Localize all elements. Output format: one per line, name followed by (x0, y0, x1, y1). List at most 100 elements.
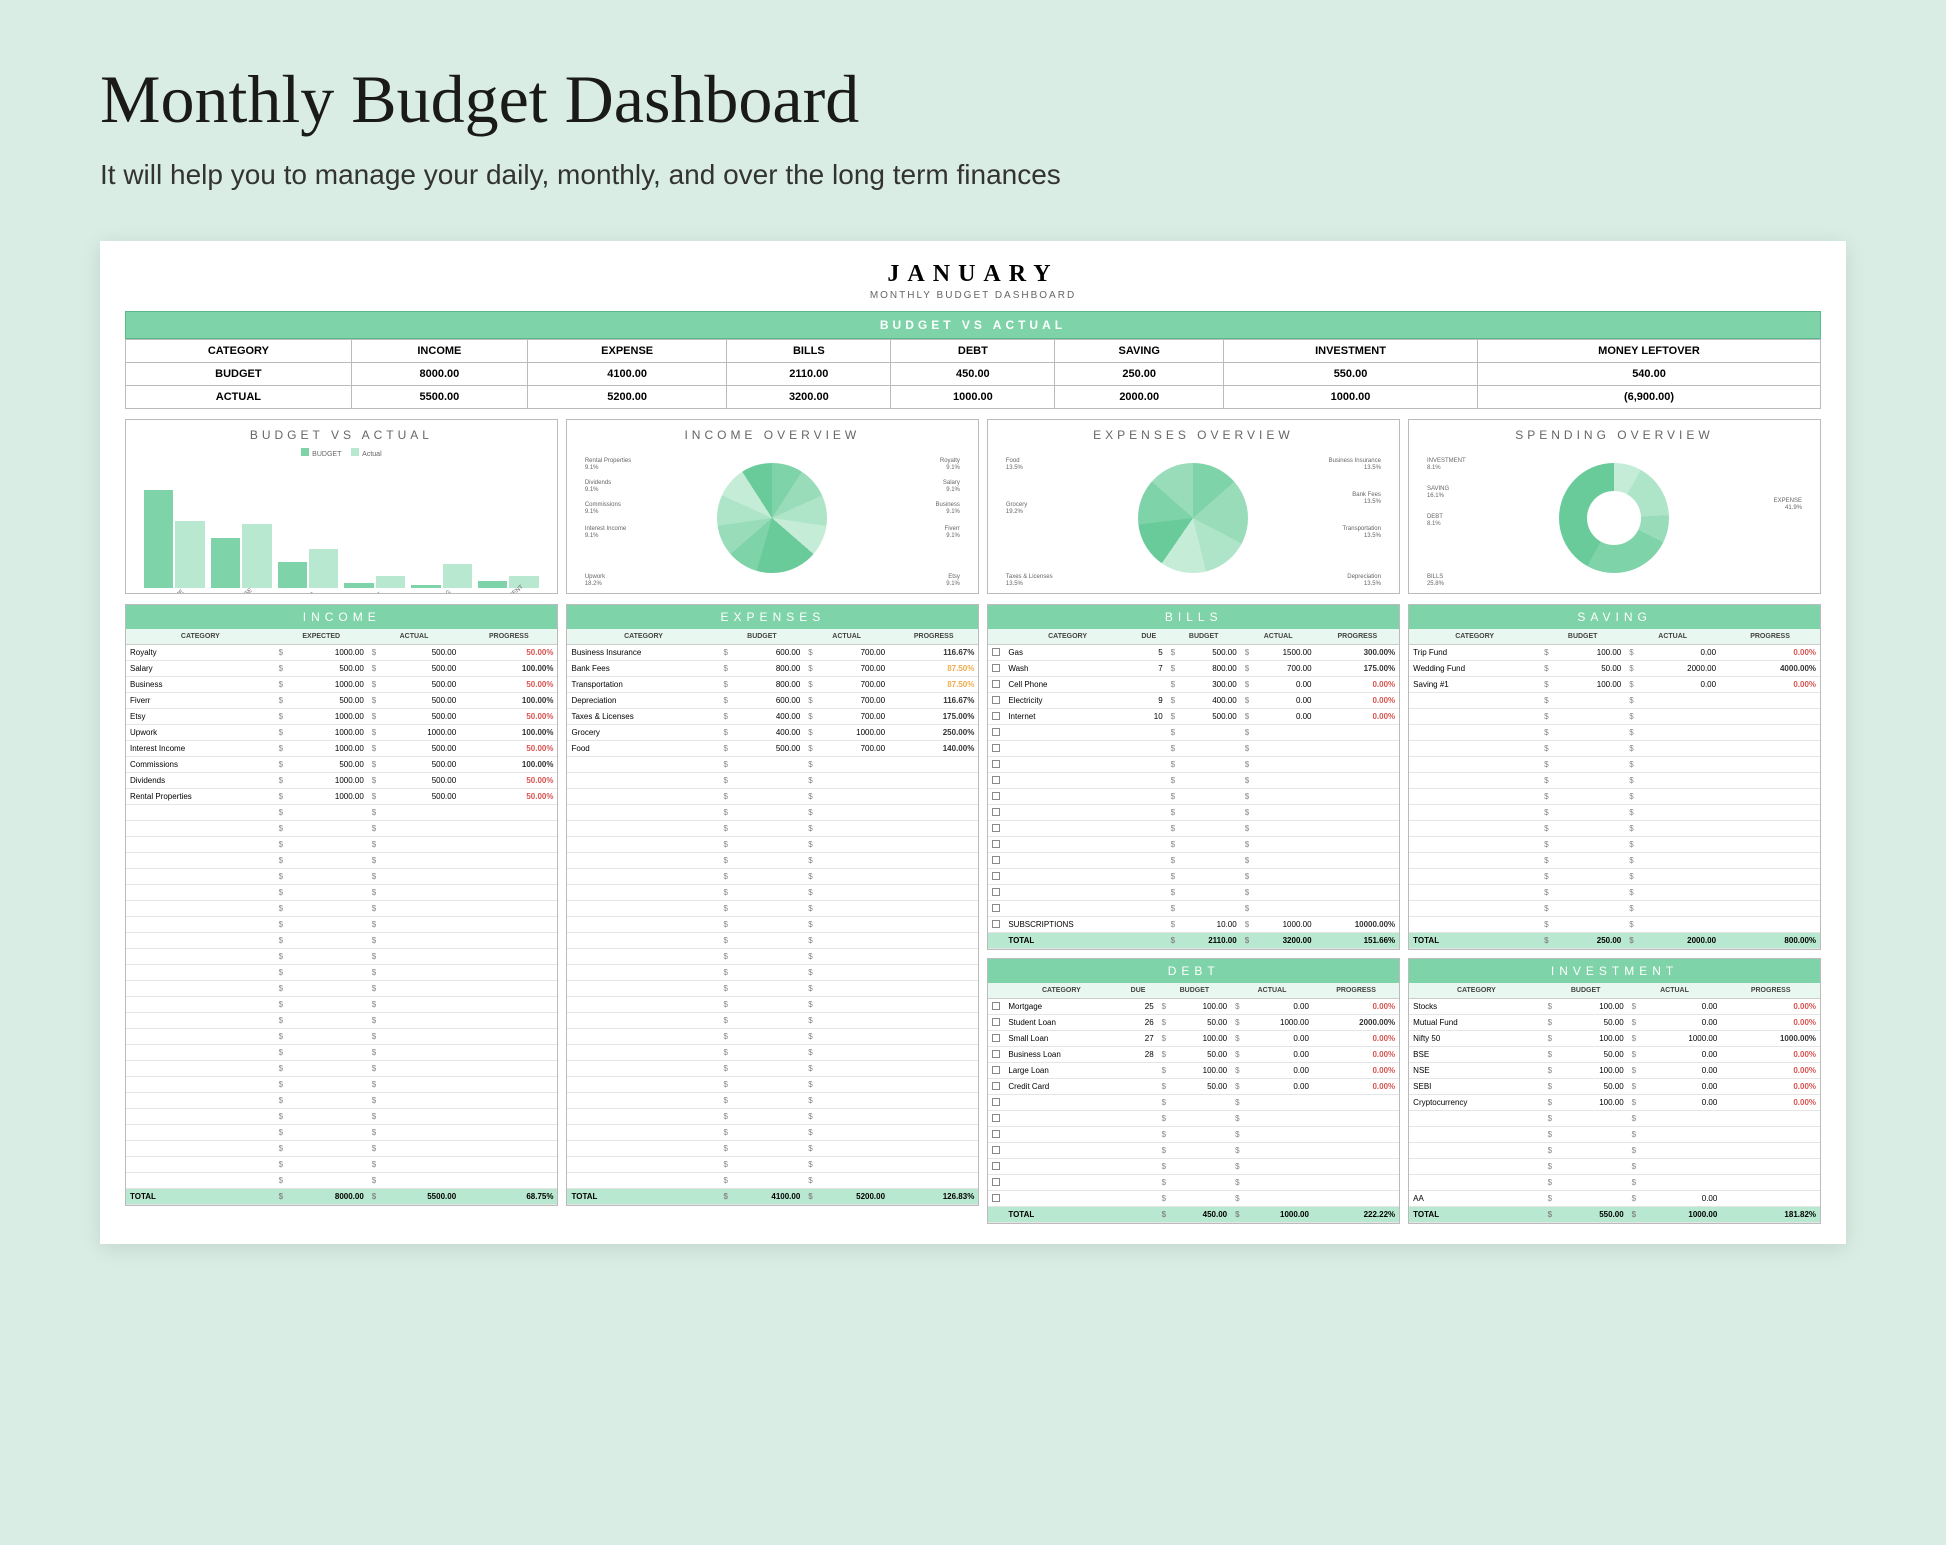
table-row[interactable] (126, 821, 557, 837)
summary-cell[interactable]: 3200.00 (727, 386, 891, 409)
checkbox-icon[interactable] (992, 648, 1000, 656)
summary-cell[interactable]: 5500.00 (351, 386, 527, 409)
table-row[interactable]: Cryptocurrency100.000.000.00% (1409, 1095, 1820, 1111)
table-row[interactable] (1409, 885, 1820, 901)
table-row[interactable]: SEBI50.000.000.00% (1409, 1079, 1820, 1095)
checkbox-icon[interactable] (992, 760, 1000, 768)
table-row[interactable] (567, 869, 978, 885)
table-row[interactable] (126, 933, 557, 949)
table-row[interactable] (1409, 789, 1820, 805)
table-row[interactable] (1409, 757, 1820, 773)
summary-cell[interactable]: 4100.00 (528, 363, 727, 386)
table-row[interactable] (988, 725, 1399, 741)
checkbox-icon[interactable] (992, 1082, 1000, 1090)
table-row[interactable] (988, 773, 1399, 789)
checkbox-icon[interactable] (992, 904, 1000, 912)
table-row[interactable] (1409, 1111, 1820, 1127)
table-row[interactable] (126, 1141, 557, 1157)
checkbox-icon[interactable] (992, 728, 1000, 736)
table-row[interactable] (126, 1157, 557, 1173)
table-row[interactable] (567, 853, 978, 869)
table-row[interactable]: Trip Fund100.000.000.00% (1409, 645, 1820, 661)
summary-cell[interactable]: 2110.00 (727, 363, 891, 386)
summary-cell[interactable]: 540.00 (1478, 363, 1821, 386)
table-row[interactable] (126, 1125, 557, 1141)
table-row[interactable] (567, 885, 978, 901)
checkbox-icon[interactable] (992, 1002, 1000, 1010)
checkbox-icon[interactable] (992, 1034, 1000, 1042)
table-row[interactable] (988, 1143, 1399, 1159)
table-row[interactable]: SUBSCRIPTIONS10.001000.0010000.00% (988, 917, 1399, 933)
table-row[interactable] (126, 1061, 557, 1077)
table-row[interactable] (988, 821, 1399, 837)
table-row[interactable] (126, 1173, 557, 1189)
table-row[interactable] (1409, 917, 1820, 933)
table-row[interactable] (126, 965, 557, 981)
table-row[interactable]: Internet10500.000.000.00% (988, 709, 1399, 725)
table-row[interactable]: Student Loan2650.001000.002000.00% (988, 1015, 1399, 1031)
table-row[interactable] (988, 805, 1399, 821)
checkbox-icon[interactable] (992, 744, 1000, 752)
table-row[interactable] (126, 949, 557, 965)
table-row[interactable] (1409, 869, 1820, 885)
table-row[interactable] (567, 1173, 978, 1189)
table-row[interactable]: Royalty1000.00500.0050.00% (126, 645, 557, 661)
table-row[interactable] (567, 1125, 978, 1141)
checkbox-icon[interactable] (992, 808, 1000, 816)
table-row[interactable] (567, 1061, 978, 1077)
table-row[interactable] (1409, 901, 1820, 917)
table-row[interactable] (988, 1159, 1399, 1175)
table-row[interactable] (126, 901, 557, 917)
table-row[interactable]: Stocks100.000.000.00% (1409, 999, 1820, 1015)
checkbox-icon[interactable] (992, 1066, 1000, 1074)
checkbox-icon[interactable] (992, 664, 1000, 672)
table-row[interactable] (567, 917, 978, 933)
table-row[interactable] (126, 805, 557, 821)
table-row[interactable]: Wedding Fund50.002000.004000.00% (1409, 661, 1820, 677)
checkbox-icon[interactable] (992, 792, 1000, 800)
table-row[interactable] (567, 1157, 978, 1173)
table-row[interactable]: Commissions500.00500.00100.00% (126, 757, 557, 773)
table-row[interactable] (988, 1095, 1399, 1111)
table-row[interactable] (1409, 1143, 1820, 1159)
table-row[interactable]: Business Insurance600.00700.00116.67% (567, 645, 978, 661)
table-row[interactable] (567, 1109, 978, 1125)
table-row[interactable]: Food500.00700.00140.00% (567, 741, 978, 757)
table-row[interactable]: Fiverr500.00500.00100.00% (126, 693, 557, 709)
summary-cell[interactable]: (6,900.00) (1478, 386, 1821, 409)
table-row[interactable] (126, 853, 557, 869)
table-row[interactable]: BSE50.000.000.00% (1409, 1047, 1820, 1063)
table-row[interactable] (126, 869, 557, 885)
table-row[interactable]: AA0.00 (1409, 1191, 1820, 1207)
checkbox-icon[interactable] (992, 872, 1000, 880)
checkbox-icon[interactable] (992, 1162, 1000, 1170)
table-row[interactable] (1409, 773, 1820, 789)
table-row[interactable] (126, 1029, 557, 1045)
summary-cell[interactable]: 550.00 (1224, 363, 1478, 386)
checkbox-icon[interactable] (992, 680, 1000, 688)
table-row[interactable]: Gas5500.001500.00300.00% (988, 645, 1399, 661)
table-row[interactable] (126, 917, 557, 933)
table-row[interactable] (1409, 1159, 1820, 1175)
table-row[interactable]: Small Loan27100.000.000.00% (988, 1031, 1399, 1047)
table-row[interactable] (126, 885, 557, 901)
table-row[interactable]: Taxes & Licenses400.00700.00175.00% (567, 709, 978, 725)
summary-cell[interactable]: 250.00 (1055, 363, 1224, 386)
table-row[interactable] (988, 837, 1399, 853)
table-row[interactable] (1409, 725, 1820, 741)
table-row[interactable] (567, 949, 978, 965)
table-row[interactable] (1409, 693, 1820, 709)
table-row[interactable]: Business Loan2850.000.000.00% (988, 1047, 1399, 1063)
summary-cell[interactable]: 2000.00 (1055, 386, 1224, 409)
table-row[interactable] (567, 757, 978, 773)
checkbox-icon[interactable] (992, 712, 1000, 720)
table-row[interactable] (567, 965, 978, 981)
table-row[interactable] (988, 1175, 1399, 1191)
table-row[interactable]: Large Loan100.000.000.00% (988, 1063, 1399, 1079)
table-row[interactable] (1409, 837, 1820, 853)
table-row[interactable]: Transportation800.00700.0087.50% (567, 677, 978, 693)
checkbox-icon[interactable] (992, 1018, 1000, 1026)
table-row[interactable] (988, 741, 1399, 757)
table-row[interactable]: Nifty 50100.001000.001000.00% (1409, 1031, 1820, 1047)
table-row[interactable] (988, 901, 1399, 917)
